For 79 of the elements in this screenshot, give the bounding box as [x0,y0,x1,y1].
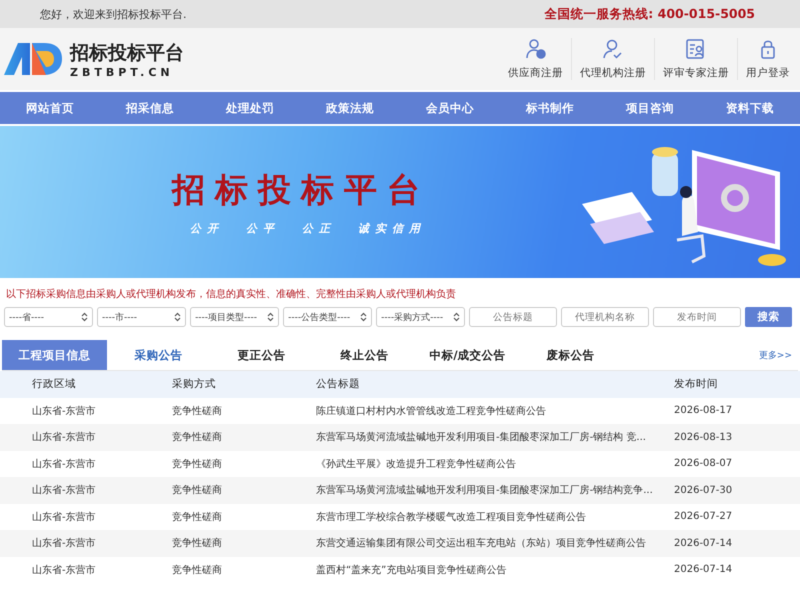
notice-title-link[interactable]: 盖西村“盖来充”充电站项目竞争性磋商公告 [316,562,674,577]
dropdown[interactable]: ----项目类型---- [190,307,280,327]
chevron-updown-icon [453,312,460,322]
nav-link[interactable]: 网站首页 [0,92,100,124]
nav-link[interactable]: 政策法规 [300,92,400,124]
column-header: 发布时间 [674,377,719,392]
dropdown[interactable]: ----公告类型---- [283,307,372,327]
disclaimer-text: 以下招标采购信息由采购人或代理机构发布，信息的真实性、准确性、完整性由采购人或代理机构负责 [5,288,457,301]
logo-domain: ZBTBPT.CN [70,66,175,78]
notice-title-link[interactable]: 东营军马场黄河流域盐碱地开发利用项目-集团酸枣深加工厂房-钢结构竞争... [316,483,674,498]
banner-slogan: 公正 [302,221,336,236]
notice-title-link[interactable]: 东营交通运输集团有限公司交运出租车充电站（东站）项目竞争性磋商公告 [316,536,674,550]
banner-slogan: 诚实信用 [358,221,426,236]
table-cell-text: 2026-08-17 [674,405,734,416]
table-cell-text: 2026-07-27 [674,511,734,522]
column-header: 采购方式 [172,377,217,392]
notice-title-link[interactable]: 东营军马场黄河流域盐碱地开发利用项目-集团酸枣深加工厂房-钢结构 竞... [316,430,674,444]
banner-slogan: 公开 [190,221,224,236]
table-cell-text: 2026-08-13 [674,432,734,443]
search-button[interactable]: 搜索 [745,307,792,327]
tab[interactable]: 采购公告 [107,348,210,362]
table-cell-text: 山东省-东营市 [31,458,97,471]
more-link[interactable]: 更多>> [758,348,798,362]
notice-title-link[interactable]: 陈庄镇道口村村内水管管线改造工程竞争性磋商公告 [316,404,674,418]
header-link[interactable]: 评审专家注册 [654,38,737,80]
chevron-updown-icon [360,312,368,322]
hotline-text: 全国统一服务热线: 400-015-5005 [544,6,755,22]
chevron-updown-icon [267,312,274,322]
table-cell-text: 山东省-东营市 [31,564,97,577]
tab[interactable]: 废标公告 [519,348,622,362]
nav-link[interactable]: 招采信息 [100,92,200,124]
header-link[interactable]: 代理机构注册 [571,38,654,80]
table-cell-text: 山东省-东营市 [31,510,97,524]
input-field[interactable]: 发布时间 [653,307,742,327]
tab[interactable]: 更正公告 [210,348,313,362]
notice-title-link[interactable]: 《孙武生平展》改造提升工程竞争性磋商公告 [316,456,674,471]
table-cell-text: 2026-07-30 [674,484,734,496]
input-field[interactable]: 公告标题 [469,307,558,327]
table-cell-text: 2026-07-14 [674,564,734,576]
header-link[interactable]: 用户登录 [737,38,798,80]
input-field[interactable]: 代理机构名称 [561,307,650,327]
notice-title-link[interactable]: 东营市理工学校综合教学楼暖气改造工程项目竞争性磋商公告 [316,510,674,524]
header-link[interactable]: 供应商注册 [500,38,571,80]
dropdown[interactable]: ----省---- [4,307,94,327]
tab[interactable]: 中标/成交公告 [416,348,519,362]
user-badge-icon [524,38,546,60]
id-card-icon [685,38,707,60]
column-header: 公告标题 [316,377,361,392]
dropdown[interactable]: ----市---- [97,307,186,327]
table-cell-text: 竞争性磋商 [172,536,223,550]
dropdown[interactable]: ----采购方式---- [376,307,466,327]
table-cell-text: 竞争性磋商 [172,484,223,498]
nav-link[interactable]: 项目咨询 [600,92,700,124]
table-cell-text: 山东省-东营市 [31,430,97,444]
nav-link[interactable]: 标书制作 [500,92,600,124]
table-cell-text: 竞争性磋商 [172,404,223,418]
logo-icon [2,41,64,77]
user-check-icon [602,38,624,60]
column-header: 行政区域 [31,377,77,392]
nav-link[interactable]: 会员中心 [400,92,500,124]
table-cell-text: 竞争性磋商 [172,564,223,577]
logo-title: 招标投标平台 [70,40,184,66]
table-cell-text: 2026-07-14 [674,538,734,549]
table-cell-text: 竞争性磋商 [172,430,223,444]
banner-slogan: 公平 [246,221,280,236]
table-cell-text: 2026-08-07 [674,458,734,470]
tab[interactable]: 终止公告 [313,348,416,362]
chevron-updown-icon [174,312,182,322]
table-cell-text: 竞争性磋商 [172,510,223,524]
nav-link[interactable]: 处理处罚 [200,92,300,124]
welcome-text: 您好，欢迎来到招标投标平台. [40,6,186,22]
table-cell-text: 山东省-东营市 [31,404,97,418]
table-cell-text: 竞争性磋商 [172,458,223,471]
table-cell-text: 山东省-东营市 [31,484,97,498]
banner-title: 招标投标平台 [172,169,430,211]
section-title: 工程项目信息 [2,340,107,370]
nav-link[interactable]: 资料下载 [700,92,800,124]
table-cell-text: 山东省-东营市 [31,536,97,550]
chevron-updown-icon [81,312,88,322]
